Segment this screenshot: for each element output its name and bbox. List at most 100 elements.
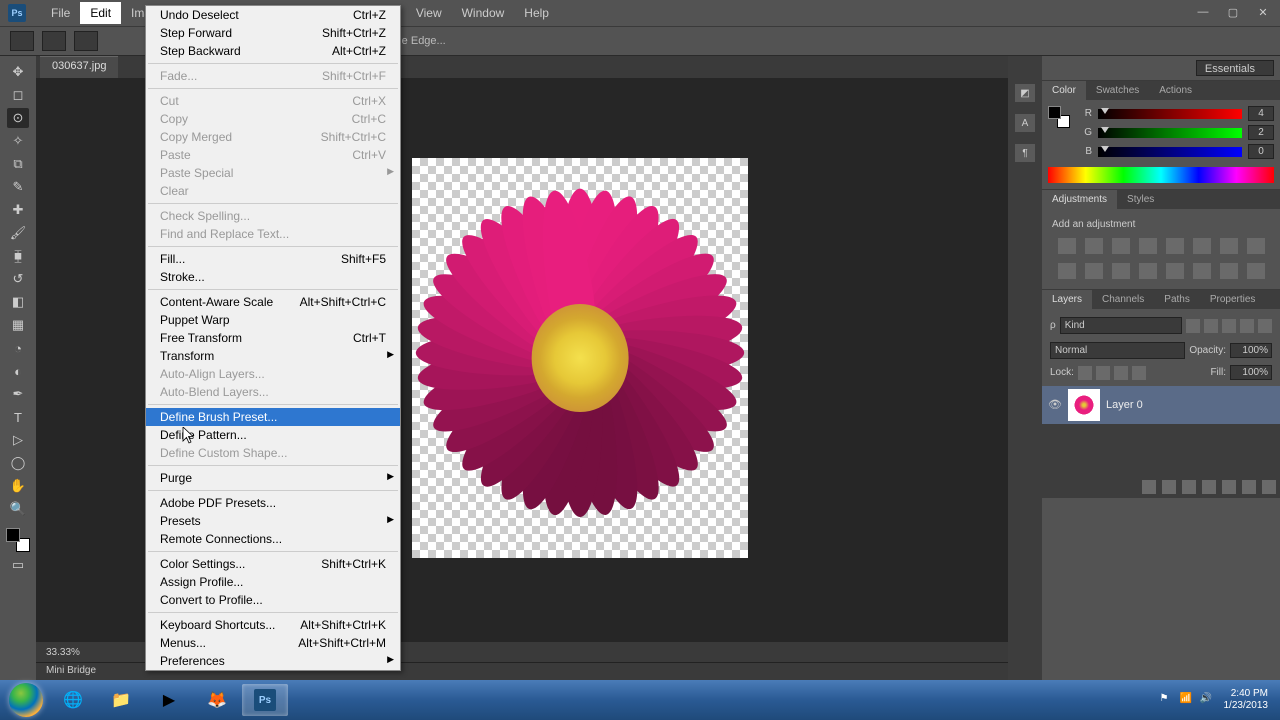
menu-item[interactable]: Define Pattern... (146, 426, 400, 444)
tab-channels[interactable]: Channels (1092, 290, 1154, 309)
adjustment-icon[interactable] (1193, 263, 1211, 279)
selection-mode-add-icon[interactable] (74, 31, 98, 51)
new-layer-icon[interactable] (1242, 480, 1256, 494)
adjustment-icon[interactable] (1166, 238, 1184, 254)
layer-thumbnail[interactable] (1068, 389, 1100, 421)
adjustment-icon[interactable] (1139, 238, 1157, 254)
shape-tool-icon[interactable]: ◯ (7, 453, 29, 473)
tab-layers[interactable]: Layers (1042, 290, 1092, 309)
menubar-window[interactable]: Window (452, 2, 515, 24)
filter-smart-icon[interactable] (1258, 319, 1272, 333)
taskbar-firefox-icon[interactable]: 🦊 (194, 684, 240, 716)
adjustment-icon[interactable] (1220, 238, 1238, 254)
filter-adjust-icon[interactable] (1204, 319, 1218, 333)
lock-pixels-icon[interactable] (1096, 366, 1110, 380)
menu-item[interactable]: Presets▶ (146, 512, 400, 530)
menu-item[interactable]: Transform▶ (146, 347, 400, 365)
layer-name[interactable]: Layer 0 (1106, 399, 1143, 411)
tab-properties[interactable]: Properties (1200, 290, 1266, 309)
adjustment-icon[interactable] (1247, 238, 1265, 254)
filter-pixel-icon[interactable] (1186, 319, 1200, 333)
layer-filter-kind[interactable]: Kind (1060, 317, 1182, 334)
adjustment-icon[interactable] (1193, 238, 1211, 254)
adjustment-icon[interactable] (1085, 263, 1103, 279)
history-panel-icon[interactable]: ◩ (1015, 84, 1035, 102)
tab-paths[interactable]: Paths (1154, 290, 1200, 309)
adjustment-icon[interactable] (1058, 263, 1076, 279)
menu-item[interactable]: Undo DeselectCtrl+Z (146, 6, 400, 24)
tab-actions[interactable]: Actions (1149, 81, 1202, 100)
clone-stamp-tool-icon[interactable]: ⧯ (7, 246, 29, 266)
menu-item[interactable]: Menus...Alt+Shift+Ctrl+M (146, 634, 400, 652)
menu-item[interactable]: Fill...Shift+F5 (146, 250, 400, 268)
document-tab[interactable]: 030637.jpg (40, 56, 118, 78)
hand-tool-icon[interactable]: ✋ (7, 476, 29, 496)
tray-network-icon[interactable]: 📶 (1180, 693, 1194, 707)
type-tool-icon[interactable]: T (7, 407, 29, 427)
menu-item[interactable]: Step BackwardAlt+Ctrl+Z (146, 42, 400, 60)
menubar-edit[interactable]: Edit (80, 2, 121, 24)
lock-all-icon[interactable] (1132, 366, 1146, 380)
menu-item[interactable]: Puppet Warp (146, 311, 400, 329)
filter-type-icon[interactable] (1222, 319, 1236, 333)
minimize-button[interactable]: — (1194, 6, 1212, 20)
start-button[interactable] (4, 682, 48, 718)
eraser-tool-icon[interactable]: ◧ (7, 292, 29, 312)
new-fill-layer-icon[interactable] (1202, 480, 1216, 494)
menu-item[interactable]: Content-Aware ScaleAlt+Shift+Ctrl+C (146, 293, 400, 311)
menubar-help[interactable]: Help (514, 2, 559, 24)
r-slider[interactable] (1098, 109, 1242, 119)
healing-brush-tool-icon[interactable]: ✚ (7, 200, 29, 220)
menu-item[interactable]: Assign Profile... (146, 573, 400, 591)
dodge-tool-icon[interactable]: ◐ (7, 361, 29, 381)
lock-position-icon[interactable] (1114, 366, 1128, 380)
delete-layer-icon[interactable] (1262, 480, 1276, 494)
menu-item[interactable]: Convert to Profile... (146, 591, 400, 609)
character-panel-icon[interactable]: A (1015, 114, 1035, 132)
new-group-icon[interactable] (1222, 480, 1236, 494)
screen-mode-icon[interactable]: ▭ (7, 555, 29, 575)
tray-volume-icon[interactable]: 🔊 (1200, 693, 1214, 707)
zoom-tool-icon[interactable]: 🔍 (7, 499, 29, 519)
filter-shape-icon[interactable] (1240, 319, 1254, 333)
b-slider[interactable] (1098, 147, 1242, 157)
menubar-view[interactable]: View (406, 2, 452, 24)
menu-item[interactable]: Color Settings...Shift+Ctrl+K (146, 555, 400, 573)
adjustment-icon[interactable] (1058, 238, 1076, 254)
blend-mode-select[interactable]: Normal (1050, 342, 1185, 359)
visibility-eye-icon[interactable]: 👁 (1048, 398, 1062, 412)
taskbar-photoshop-icon[interactable]: Ps (242, 684, 288, 716)
taskbar-media-icon[interactable]: ▶ (146, 684, 192, 716)
tab-swatches[interactable]: Swatches (1086, 81, 1149, 100)
brush-tool-icon[interactable]: 🖌 (7, 223, 29, 243)
menu-item[interactable]: Adobe PDF Presets... (146, 494, 400, 512)
opacity-value[interactable]: 100% (1230, 343, 1272, 358)
adjustment-icon[interactable] (1247, 263, 1265, 279)
layer-style-icon[interactable] (1162, 480, 1176, 494)
tab-color[interactable]: Color (1042, 81, 1086, 100)
clock[interactable]: 2:40 PM 1/23/2013 (1224, 688, 1269, 712)
adjustment-icon[interactable] (1220, 263, 1238, 279)
magic-wand-tool-icon[interactable]: ✧ (7, 131, 29, 151)
adjustment-icon[interactable] (1166, 263, 1184, 279)
menu-item[interactable]: Remote Connections... (146, 530, 400, 548)
menubar-file[interactable]: File (41, 2, 80, 24)
tool-preset-icon[interactable] (10, 31, 34, 51)
adjustment-icon[interactable] (1112, 263, 1130, 279)
adjustment-icon[interactable] (1085, 238, 1103, 254)
menu-item[interactable]: Keyboard Shortcuts...Alt+Shift+Ctrl+K (146, 616, 400, 634)
tab-adjustments[interactable]: Adjustments (1042, 190, 1117, 209)
fill-value[interactable]: 100% (1230, 365, 1272, 380)
menu-item[interactable]: Define Brush Preset... (146, 408, 400, 426)
menu-item[interactable]: Preferences▶ (146, 652, 400, 670)
lock-transparency-icon[interactable] (1078, 366, 1092, 380)
color-fgbg-swatch[interactable] (1048, 106, 1070, 128)
gradient-tool-icon[interactable]: ▦ (7, 315, 29, 335)
b-value[interactable]: 0 (1248, 144, 1274, 159)
adjustment-icon[interactable] (1139, 263, 1157, 279)
lasso-tool-icon[interactable]: ⊙ (7, 108, 29, 128)
taskbar-explorer-icon[interactable]: 📁 (98, 684, 144, 716)
menu-item[interactable]: Free TransformCtrl+T (146, 329, 400, 347)
tray-flag-icon[interactable]: ⚑ (1160, 693, 1174, 707)
marquee-tool-icon[interactable]: ◻ (7, 85, 29, 105)
